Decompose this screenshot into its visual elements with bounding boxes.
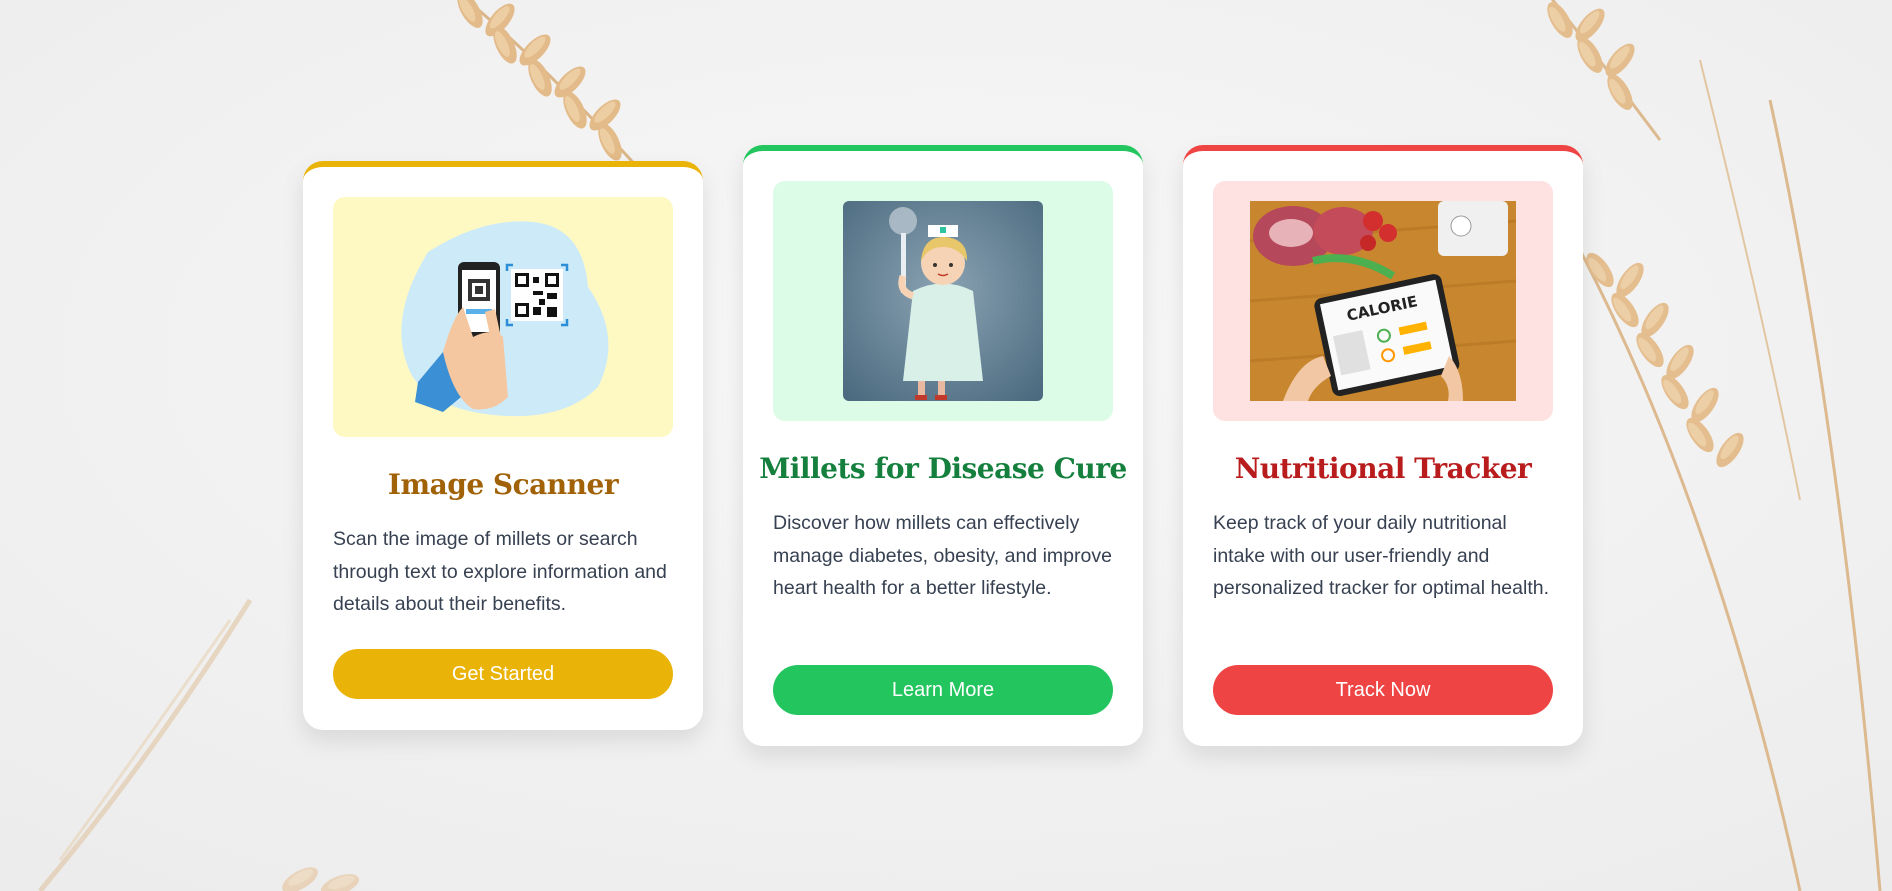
card-accent-bar	[1183, 145, 1583, 169]
qr-code-icon	[505, 263, 569, 327]
nutritional-tracker-image: CALORIE	[1213, 181, 1553, 421]
qr-scanner-icon	[401, 221, 609, 417]
card-description: Scan the image of millets or search thro…	[333, 528, 667, 615]
track-now-button[interactable]: Track Now	[1213, 665, 1553, 715]
get-started-button[interactable]: Get Started	[333, 649, 673, 699]
card-title: Image Scanner	[387, 468, 619, 501]
image-scanner-image	[333, 197, 673, 437]
card-accent-bar	[743, 145, 1143, 169]
card-description: Discover how millets can effectively man…	[773, 512, 1112, 599]
card-description: Keep track of your daily nutritional int…	[1213, 512, 1550, 599]
card-accent-bar	[303, 161, 703, 185]
learn-more-button[interactable]: Learn More	[773, 665, 1113, 715]
nutritional-tracker-card: CALORIE Nutritional Tracker Keep track o…	[1183, 145, 1583, 746]
disease-cure-image	[773, 181, 1113, 421]
calorie-counter-icon: CALORIE	[1249, 201, 1517, 401]
image-scanner-card: Image Scanner Scan the image of millets …	[303, 161, 703, 730]
card-title: Nutritional Tracker	[1234, 452, 1532, 485]
disease-cure-card: Millets for Disease Cure Discover how mi…	[743, 145, 1143, 746]
nurse-icon	[843, 201, 1043, 401]
card-title: Millets for Disease Cure	[759, 452, 1127, 485]
